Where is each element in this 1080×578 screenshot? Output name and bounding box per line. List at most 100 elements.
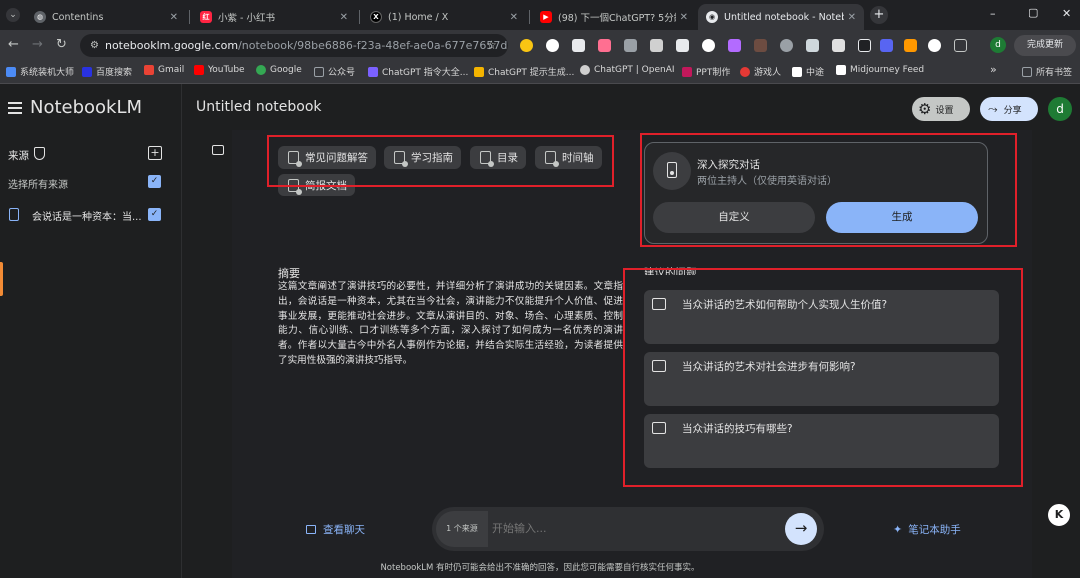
extension-glasses-icon[interactable]: [624, 39, 637, 52]
browser-tab-bar: ⌄ ◍ Contentins ✕ 红 小紫 - 小红书 ✕ X (1) Home…: [0, 0, 1080, 30]
app-brand[interactable]: NotebookLM: [30, 97, 142, 118]
extension-gear-icon[interactable]: [780, 39, 793, 52]
bookmark-icon: [82, 66, 92, 77]
sidebar-resize-handle[interactable]: [0, 262, 3, 296]
notebook-helper-button[interactable]: ✦ 笔记本助手: [893, 522, 961, 537]
address-bar[interactable]: ⚙ notebooklm.google.com /notebook/98be68…: [80, 34, 508, 57]
xiaohongshu-icon: 红: [200, 11, 212, 23]
extension-discord-icon[interactable]: [880, 39, 893, 52]
close-icon[interactable]: ✕: [848, 12, 856, 23]
close-icon[interactable]: ✕: [510, 12, 518, 23]
bookmark-item[interactable]: ChatGPT | OpenAI: [580, 65, 675, 75]
bookmark-item[interactable]: Gmail: [144, 65, 184, 75]
profile-avatar[interactable]: d: [990, 37, 1006, 53]
extension-doc-icon[interactable]: [676, 39, 689, 52]
bookmark-icon: [6, 66, 16, 77]
tab-title: (1) Home / X: [388, 11, 449, 23]
extension-pink-icon[interactable]: [598, 39, 611, 52]
tab-search-button[interactable]: ⌄: [6, 8, 20, 22]
extension-send-icon[interactable]: [572, 39, 585, 52]
extension-k-icon[interactable]: [754, 39, 767, 52]
extension-v-icon[interactable]: [928, 39, 941, 52]
bookmark-item[interactable]: YouTube: [194, 65, 245, 75]
source-count-pill: 1 个来源: [436, 511, 488, 547]
select-all-checkbox[interactable]: ✓: [148, 175, 161, 188]
settings-label: 设置: [935, 106, 954, 115]
browser-tab-contentins[interactable]: ◍ Contentins ✕: [26, 4, 186, 30]
site-info-icon[interactable]: ⚙: [90, 40, 99, 51]
extension-orange-icon[interactable]: [904, 39, 917, 52]
globe-icon: ◍: [34, 11, 46, 23]
send-button[interactable]: →: [785, 513, 817, 545]
notes-icon[interactable]: [212, 145, 224, 155]
bookmark-item[interactable]: 中途: [792, 65, 824, 78]
share-icon: ⤳: [988, 101, 998, 116]
bookmark-icon: [474, 66, 484, 77]
tab-title: Untitled notebook - Noteboo: [724, 11, 844, 23]
url-host: notebooklm.google.com: [104, 39, 239, 52]
browser-tab-x[interactable]: X (1) Home / X ✕: [362, 4, 526, 30]
floating-assistant-icon[interactable]: K: [1046, 502, 1072, 528]
bookmark-icon: [836, 65, 846, 75]
share-button[interactable]: ⤳ 分享: [980, 97, 1038, 121]
highlight-box-questions: [623, 268, 1023, 487]
bookmark-item[interactable]: Midjourney Feed: [836, 65, 924, 75]
extension-image-icon[interactable]: [806, 39, 819, 52]
disclaimer-text: NotebookLM 有时仍可能会给出不准确的回答，因此您可能需要自行核实任何事…: [380, 563, 700, 573]
browser-tab-notebooklm[interactable]: ◉ Untitled notebook - Noteboo ✕: [698, 4, 864, 30]
user-avatar[interactable]: d: [1048, 97, 1072, 121]
google-icon: [256, 65, 266, 75]
add-source-button[interactable]: +: [148, 146, 162, 160]
extensions-puzzle-icon[interactable]: [954, 39, 967, 52]
chat-input[interactable]: [492, 514, 772, 542]
bookmark-item[interactable]: ChatGPT 指令大全...: [368, 65, 468, 78]
extension-face-icon[interactable]: [546, 39, 559, 52]
bookmark-folder[interactable]: 公众号: [314, 65, 355, 78]
folder-icon: [1022, 66, 1032, 77]
tab-title: 小紫 - 小红书: [218, 13, 275, 24]
more-bookmarks-button[interactable]: »: [990, 63, 997, 76]
back-icon[interactable]: ←: [8, 37, 19, 52]
extension-notion-icon[interactable]: [650, 39, 663, 52]
extension-grid-icon[interactable]: [832, 39, 845, 52]
sparkle-icon: ✦: [893, 523, 903, 536]
settings-button[interactable]: ⚙ 设置: [912, 97, 970, 121]
notebook-title[interactable]: Untitled notebook: [196, 99, 322, 115]
bookmark-item[interactable]: 百度搜索: [82, 65, 132, 78]
new-tab-button[interactable]: +: [870, 6, 888, 24]
bookmark-star-icon[interactable]: ☆: [486, 38, 497, 52]
bookmark-item[interactable]: Google: [256, 65, 302, 75]
maximize-button[interactable]: ▢: [1028, 6, 1038, 19]
extension-flower-icon[interactable]: [702, 39, 715, 52]
gear-icon: ⚙: [918, 100, 932, 118]
close-window-button[interactable]: ✕: [1062, 7, 1071, 20]
folder-icon: [314, 66, 324, 77]
source-item-title[interactable]: 会说话是一种资本：当...: [32, 208, 142, 223]
forward-icon[interactable]: →: [32, 37, 43, 52]
summary-text: 这篇文章阐述了演讲技巧的必要性，并详细分析了演讲成功的关键因素。文章指出，会说话…: [278, 281, 623, 366]
reload-icon[interactable]: ↻: [56, 37, 67, 52]
browser-tab-youtube[interactable]: ▶ (98) 下一個ChatGPT? 5分鐘自... ✕: [532, 4, 696, 30]
close-icon[interactable]: ✕: [680, 12, 688, 23]
browser-tab-xiaohongshu[interactable]: 红 小紫 - 小红书 ✕: [192, 4, 356, 30]
source-item-checkbox[interactable]: ✓: [148, 208, 161, 221]
x-logo-icon: X: [370, 11, 382, 23]
extension-coin-icon[interactable]: [520, 39, 533, 52]
update-button[interactable]: 完成更新: [1014, 35, 1076, 56]
close-icon[interactable]: ✕: [170, 12, 178, 23]
bookmark-item[interactable]: ChatGPT 提示生成...: [474, 65, 574, 78]
close-icon[interactable]: ✕: [340, 12, 348, 23]
minimize-button[interactable]: –: [990, 7, 996, 20]
shield-icon[interactable]: [34, 147, 45, 160]
bookmark-item[interactable]: 系统装机大师: [6, 65, 74, 78]
sources-title: 来源: [8, 150, 29, 162]
bookmark-item[interactable]: PPT制作: [682, 65, 730, 78]
bookmark-item[interactable]: 游戏人: [740, 65, 781, 78]
extension-purple-icon[interactable]: [728, 39, 741, 52]
chat-icon: [306, 525, 316, 534]
menu-icon[interactable]: [8, 102, 22, 114]
view-chat-button[interactable]: 查看聊天: [306, 522, 365, 537]
extension-k2-icon[interactable]: [858, 39, 871, 52]
bookmark-icon: [368, 66, 378, 77]
all-bookmarks-folder[interactable]: 所有书签: [1022, 65, 1072, 78]
